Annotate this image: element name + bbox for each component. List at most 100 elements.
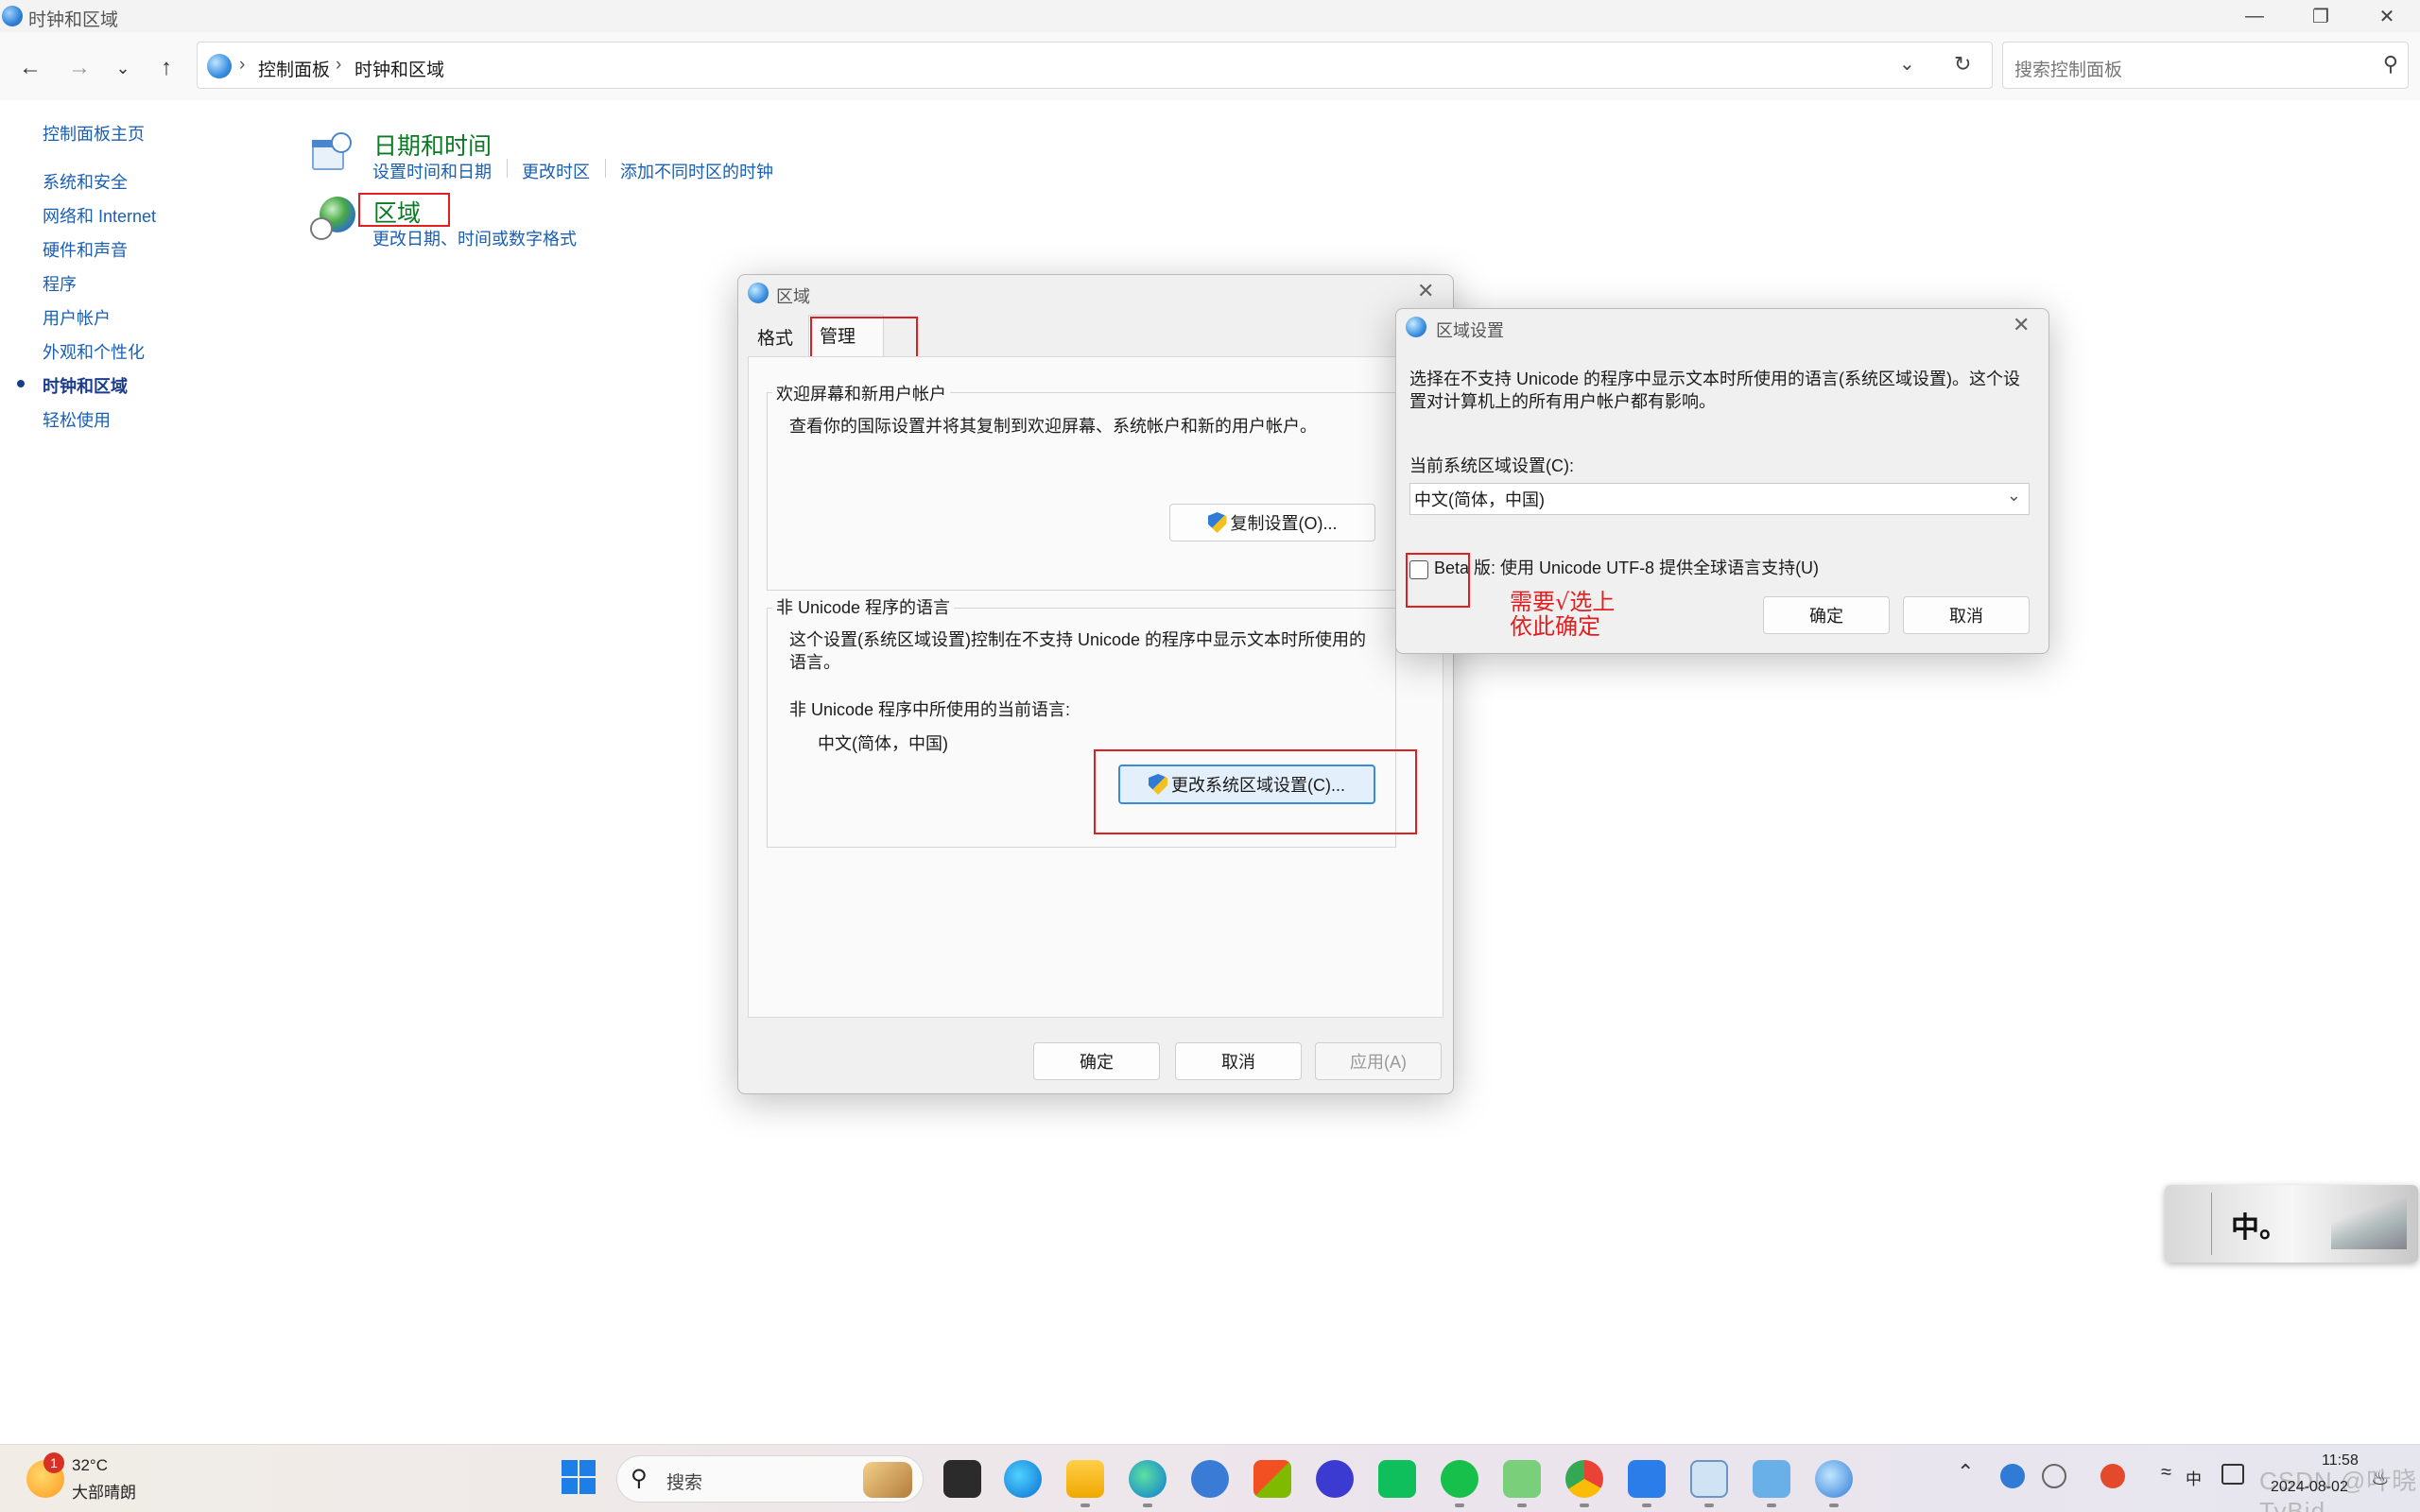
recent-locations-chevron-icon[interactable]: ⌄ <box>104 49 142 87</box>
sidebar-item-security[interactable]: 系统和安全 <box>43 169 128 194</box>
floating-widget[interactable]: 中。 <box>2165 1185 2418 1263</box>
tray-app-icon[interactable] <box>2000 1464 2025 1488</box>
running-indicator <box>1080 1503 1090 1507</box>
region-cancel-button[interactable]: 取消 <box>1175 1042 1302 1080</box>
locale-dialog-title: 区域设置 <box>1436 321 1504 340</box>
code-app-icon[interactable] <box>1316 1460 1354 1498</box>
breadcrumb-control-panel[interactable]: 控制面板 <box>258 56 330 81</box>
running-indicator <box>1704 1503 1714 1507</box>
tray-time[interactable]: 11:58 <box>2322 1452 2359 1469</box>
edge-legacy-icon[interactable] <box>1004 1460 1042 1498</box>
annotation-line2: 依此确定 <box>1510 613 1600 640</box>
change-format-link[interactable]: 更改日期、时间或数字格式 <box>372 226 577 250</box>
refresh-icon[interactable]: ↻ <box>1954 52 1971 77</box>
microsoft-store-icon[interactable] <box>1253 1460 1291 1498</box>
control-panel-taskbar-icon[interactable] <box>1753 1460 1790 1498</box>
sidebar-item-ease-of-access[interactable]: 轻松使用 <box>43 407 111 432</box>
search-input[interactable]: 搜索控制面板 <box>2014 56 2122 81</box>
locale-description-line1: 选择在不支持 Unicode 的程序中显示文本时所使用的语言(系统区域设置)。这… <box>1409 369 2021 388</box>
add-clocks-link[interactable]: 添加不同时区的时钟 <box>620 159 773 183</box>
running-indicator <box>1767 1503 1776 1507</box>
sidebar-item-network[interactable]: 网络和 Internet <box>43 203 156 228</box>
locale-description: 选择在不支持 Unicode 的程序中显示文本时所使用的语言(系统区域设置)。这… <box>1409 368 2020 413</box>
edge-browser-icon[interactable] <box>1129 1460 1167 1498</box>
running-indicator <box>1580 1503 1589 1507</box>
region-settings-taskbar-icon[interactable] <box>1815 1460 1853 1498</box>
unicode-group-title: 非 Unicode 程序的语言 <box>772 594 955 619</box>
annotation-text: 需要√选上 依此确定 <box>1510 590 1615 639</box>
task-view-icon[interactable] <box>943 1460 981 1498</box>
close-window-button[interactable]: ✕ <box>2354 0 2420 32</box>
running-indicator <box>1642 1503 1651 1507</box>
link-divider <box>507 159 508 178</box>
breadcrumb-clock-region[interactable]: 时钟和区域 <box>354 56 444 81</box>
uac-shield-icon <box>1207 512 1227 533</box>
globe-icon <box>207 54 232 78</box>
annotation-box-change-locale <box>1094 749 1417 834</box>
up-arrow-icon[interactable]: ↑ <box>147 49 185 87</box>
search-box[interactable]: 搜索控制面板 ⚲ <box>2002 42 2409 89</box>
annotation-line1: 需要√选上 <box>1510 589 1616 615</box>
navigation-bar: ← → ⌄ ↑ › 控制面板 › 时钟和区域 ⌄ ↻ 搜索控制面板 ⚲ <box>0 32 2420 100</box>
taskbar-search[interactable]: ⚲ 搜索 <box>616 1455 924 1503</box>
current-locale-label: 当前系统区域设置(C): <box>1409 456 1574 475</box>
annotation-box-checkbox <box>1406 553 1470 608</box>
sidebar-item-appearance[interactable]: 外观和个性化 <box>43 339 145 364</box>
locale-dialog: 区域设置 ✕ 选择在不支持 Unicode 的程序中显示文本时所使用的语言(系统… <box>1395 308 2049 654</box>
remote-desktop-icon[interactable] <box>1503 1460 1541 1498</box>
sidebar-item-user-accounts[interactable]: 用户帐户 <box>43 305 111 330</box>
forward-arrow-icon[interactable]: → <box>60 49 98 87</box>
tab-format[interactable]: 格式 <box>757 324 793 350</box>
chrome-icon[interactable] <box>1565 1460 1603 1498</box>
copy-settings-button[interactable]: 复制设置(O)... <box>1169 504 1375 541</box>
welcome-group-title: 欢迎屏幕和新用户帐户 <box>772 381 950 405</box>
wifi-icon[interactable]: ≈ <box>2161 1462 2171 1484</box>
back-arrow-icon[interactable]: ← <box>11 49 49 87</box>
notification-bell-icon[interactable]: ♨ <box>2371 1466 2390 1490</box>
bookmark-app-icon[interactable] <box>1378 1460 1416 1498</box>
address-bar[interactable]: › 控制面板 › 时钟和区域 ⌄ ↻ <box>197 42 1993 89</box>
weather-temp[interactable]: 32°C <box>72 1456 108 1475</box>
locale-description-line2: 置对计算机上的所有用户帐户都有影响。 <box>1409 392 1716 411</box>
unicode-group-text-line2: 语言。 <box>789 653 840 672</box>
locale-dialog-close-icon[interactable]: ✕ <box>2013 313 2030 337</box>
ime-indicator[interactable]: 中 <box>2186 1466 2202 1489</box>
set-time-date-link[interactable]: 设置时间和日期 <box>372 159 492 183</box>
datetime-category-title[interactable]: 日期和时间 <box>373 128 492 162</box>
change-timezone-link[interactable]: 更改时区 <box>522 159 590 183</box>
utf8-beta-label[interactable]: Beta 版: 使用 Unicode UTF-8 提供全球语言支持(U) <box>1434 557 1819 579</box>
locale-select[interactable]: 中文(简体，中国) ⌄ <box>1409 483 2030 515</box>
minimize-button[interactable]: — <box>2221 0 2288 32</box>
tray-overflow-chevron-icon[interactable]: ⌃ <box>1957 1460 1974 1485</box>
sidebar-item-hardware[interactable]: 硬件和声音 <box>43 237 128 262</box>
sidebar-home[interactable]: 控制面板主页 <box>43 121 145 146</box>
region-ok-button[interactable]: 确定 <box>1033 1042 1160 1080</box>
link-divider <box>605 159 606 178</box>
locale-cancel-button[interactable]: 取消 <box>1903 596 2030 634</box>
breadcrumb-separator-icon: › <box>336 55 342 75</box>
region-dialog: 区域 ✕ 格式 管理 欢迎屏幕和新用户帐户 查看你的国际设置并将其复制到欢迎屏幕… <box>737 274 1454 1094</box>
region-dialog-icon <box>748 283 769 303</box>
address-dropdown-chevron-icon[interactable]: ⌄ <box>1899 52 1915 76</box>
search-icon[interactable]: ⚲ <box>2383 52 2398 77</box>
resource-monitor-icon[interactable] <box>1690 1460 1728 1498</box>
region-dialog-close-icon[interactable]: ✕ <box>1417 279 1434 303</box>
wechat-icon[interactable] <box>1441 1460 1478 1498</box>
region-apply-button[interactable]: 应用(A) <box>1315 1042 1442 1080</box>
tray-antivirus-icon[interactable] <box>2100 1464 2125 1488</box>
tray-network-icon[interactable] <box>2042 1464 2066 1488</box>
current-language-label: 非 Unicode 程序中所使用的当前语言: <box>789 700 1071 719</box>
restore-button[interactable]: ❐ <box>2288 0 2354 32</box>
notepad-icon[interactable] <box>1628 1460 1666 1498</box>
sidebar-item-clock-region[interactable]: 时钟和区域 <box>43 373 128 398</box>
file-explorer-icon[interactable] <box>1066 1460 1104 1498</box>
tray-date[interactable]: 2024-08-02 <box>2271 1479 2348 1496</box>
display-icon[interactable] <box>2221 1464 2244 1485</box>
running-indicator <box>1143 1503 1152 1507</box>
region-category-title[interactable]: 区域 <box>373 195 421 229</box>
cloud-app-icon[interactable] <box>1191 1460 1229 1498</box>
weather-desc[interactable]: 大部晴朗 <box>72 1479 136 1503</box>
sidebar-item-programs[interactable]: 程序 <box>43 271 77 296</box>
start-windows-icon[interactable] <box>562 1460 596 1494</box>
locale-ok-button[interactable]: 确定 <box>1763 596 1890 634</box>
